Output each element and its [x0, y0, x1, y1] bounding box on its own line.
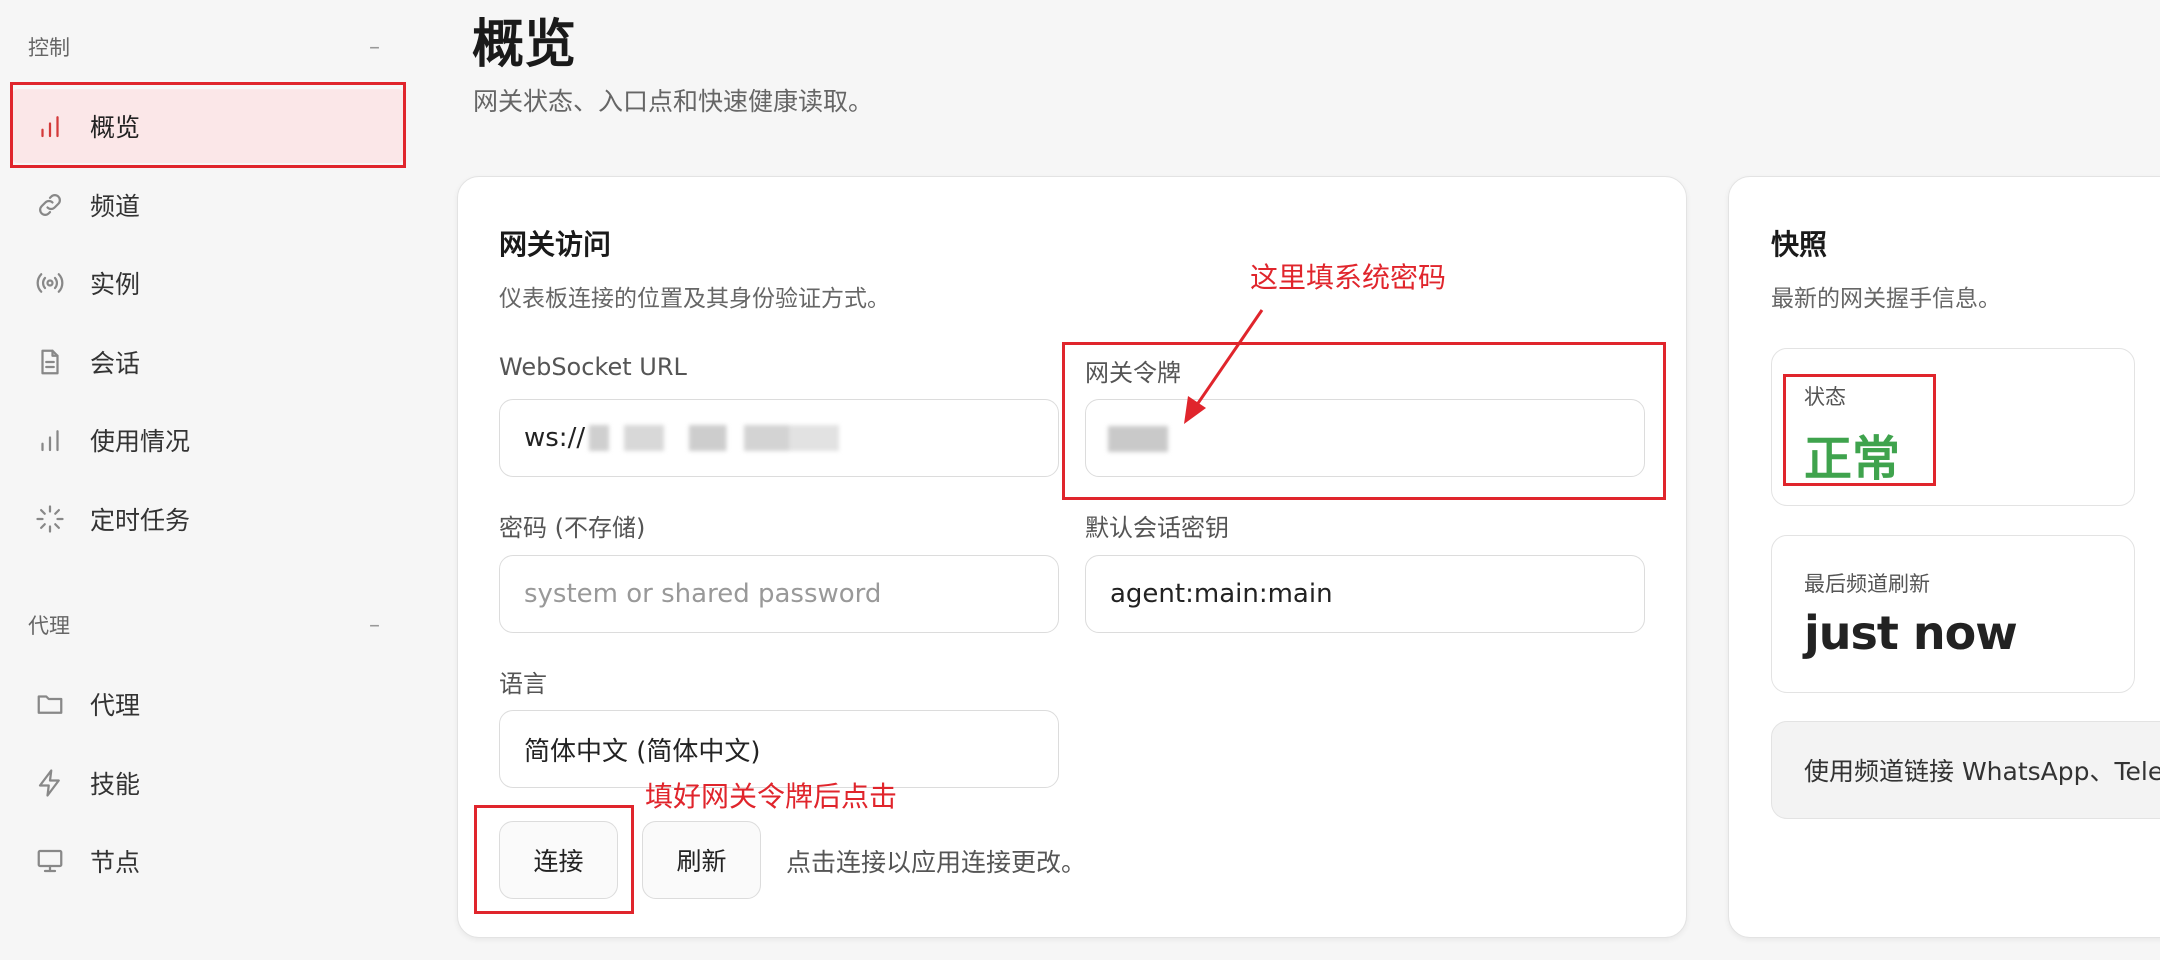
sidebar-item-cron[interactable]: 定时任务	[12, 482, 404, 556]
highlight-gateway-token	[1062, 342, 1666, 500]
folder-icon	[32, 686, 68, 722]
sidebar-group-agent[interactable]: 代理 –	[28, 605, 388, 645]
annotation-connect-note: 填好网关令牌后点击	[645, 780, 898, 813]
card-description: 仪表板连接的位置及其身份验证方式。	[499, 286, 890, 312]
sidebar-item-usage[interactable]: 使用情况	[12, 403, 404, 477]
last-refresh-box: 最后频道刷新 just now	[1771, 535, 2135, 693]
collapse-icon[interactable]: –	[369, 613, 388, 638]
language-label: 语言	[499, 670, 547, 698]
annotation-arrow-icon	[1184, 309, 1264, 424]
sidebar-group-control[interactable]: 控制 –	[28, 27, 388, 67]
session-key-field[interactable]: agent:main:main	[1085, 555, 1645, 633]
page-subtitle: 网关状态、入口点和快速健康读取。	[473, 87, 874, 116]
card-description: 最新的网关握手信息。	[1771, 286, 2001, 312]
sidebar-item-label: 会话	[90, 349, 141, 378]
sidebar-item-nodes[interactable]: 节点	[12, 824, 404, 898]
session-key-value: agent:main:main	[1110, 579, 1333, 609]
password-label: 密码 (不存储)	[499, 514, 646, 542]
collapse-icon[interactable]: –	[369, 35, 388, 60]
gateway-access-card: 网关访问 仪表板连接的位置及其身份验证方式。 WebSocket URL ws:…	[457, 176, 1687, 938]
bar-chart-icon	[32, 422, 68, 458]
sidebar-item-instances[interactable]: 实例	[12, 246, 404, 320]
sidebar-item-label: 定时任务	[90, 506, 191, 535]
connect-hint: 点击连接以应用连接更改。	[786, 848, 1087, 877]
card-title: 快照	[1771, 228, 1828, 261]
session-key-label: 默认会话密钥	[1085, 514, 1229, 542]
refresh-button[interactable]: 刷新	[642, 821, 761, 899]
websocket-url-label: WebSocket URL	[499, 353, 687, 381]
broadcast-icon	[32, 265, 68, 301]
redacted-url	[589, 425, 840, 451]
sidebar-item-agents[interactable]: 代理	[12, 667, 404, 741]
sidebar-item-label: 节点	[90, 848, 141, 877]
websocket-url-field[interactable]: ws://	[499, 399, 1059, 477]
sidebar-item-sessions[interactable]: 会话	[12, 325, 404, 399]
highlight-status	[1783, 374, 1936, 486]
monitor-icon	[32, 843, 68, 879]
sidebar-item-channels[interactable]: 频道	[12, 168, 404, 242]
snapshot-card: 快照 最新的网关握手信息。 状态 正常 最后频道刷新 just now 使用频道…	[1728, 176, 2160, 938]
sidebar-item-label: 使用情况	[90, 427, 191, 456]
card-title: 网关访问	[499, 228, 612, 261]
spinner-icon	[32, 501, 68, 537]
last-refresh-label: 最后频道刷新	[1804, 572, 1930, 596]
highlight-overview	[10, 82, 406, 168]
last-refresh-value: just now	[1804, 606, 2018, 660]
channels-info-box: 使用频道链接 WhatsApp、Tele	[1771, 721, 2160, 819]
annotation-token-note: 这里填系统密码	[1250, 261, 1447, 294]
lightning-icon	[32, 765, 68, 801]
sidebar-item-label: 实例	[90, 270, 141, 299]
sidebar-item-label: 频道	[90, 192, 141, 221]
group-title: 控制	[28, 36, 70, 60]
sidebar-item-skills[interactable]: 技能	[12, 746, 404, 820]
group-title: 代理	[28, 614, 70, 638]
sidebar-item-label: 代理	[90, 691, 141, 720]
password-field[interactable]	[499, 555, 1059, 633]
link-icon	[32, 187, 68, 223]
page-title: 概览	[472, 15, 577, 75]
sidebar-item-label: 技能	[90, 770, 141, 799]
language-value: 简体中文 (简体中文)	[524, 736, 761, 767]
websocket-url-value: ws://	[524, 423, 586, 453]
highlight-connect-button	[474, 805, 634, 914]
document-icon	[32, 344, 68, 380]
channels-info-text: 使用频道链接 WhatsApp、Tele	[1804, 757, 2160, 786]
